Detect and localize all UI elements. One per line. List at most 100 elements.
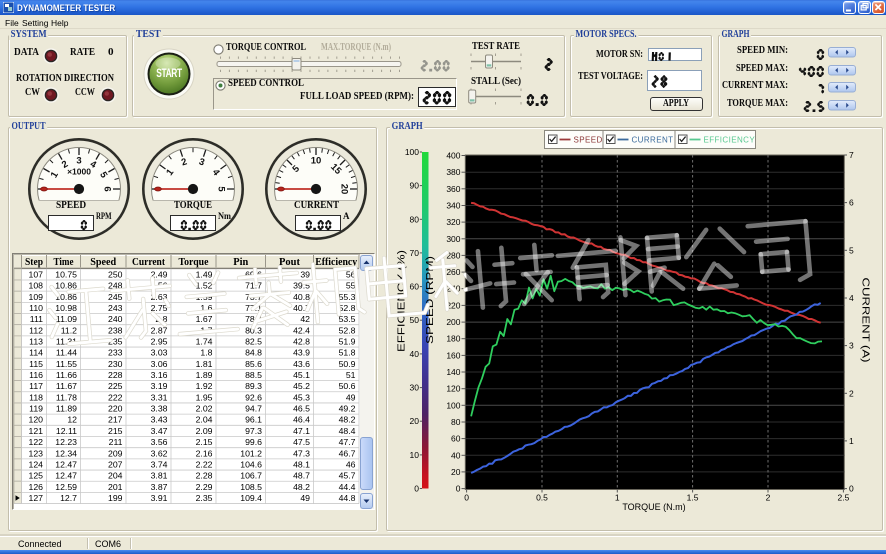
svg-text:47.5: 47.5 xyxy=(293,437,310,447)
svg-text:CURRENT: CURRENT xyxy=(632,136,674,145)
svg-text:122: 122 xyxy=(29,437,44,447)
svg-text:126: 126 xyxy=(29,482,44,492)
svg-text:46: 46 xyxy=(346,460,356,470)
svg-text:42.4: 42.4 xyxy=(293,325,310,335)
svg-text:2: 2 xyxy=(766,493,771,503)
svg-text:10: 10 xyxy=(410,450,420,460)
svg-text:80.3: 80.3 xyxy=(245,325,262,335)
svg-text:204: 204 xyxy=(108,471,123,481)
svg-text:220: 220 xyxy=(446,300,460,310)
svg-text:0: 0 xyxy=(456,484,461,494)
svg-text:217: 217 xyxy=(108,415,123,425)
svg-text:124: 124 xyxy=(29,460,44,470)
svg-text:EFFICIENCY: EFFICIENCY xyxy=(704,136,756,145)
svg-text:1.6: 1.6 xyxy=(200,303,212,313)
svg-text:90: 90 xyxy=(410,181,420,191)
svg-text:50: 50 xyxy=(410,315,420,325)
svg-text:71.7: 71.7 xyxy=(245,281,262,291)
svg-text:45.1: 45.1 xyxy=(293,370,310,380)
svg-text:116: 116 xyxy=(29,370,43,380)
svg-text:45.7: 45.7 xyxy=(339,471,356,481)
svg-text:3: 3 xyxy=(76,156,81,167)
svg-text:52.8: 52.8 xyxy=(339,303,356,313)
svg-text:110: 110 xyxy=(29,303,43,313)
svg-text:×1000: ×1000 xyxy=(67,167,91,177)
svg-text:2.02: 2.02 xyxy=(196,404,213,414)
svg-text:108.5: 108.5 xyxy=(240,482,262,492)
svg-text:380: 380 xyxy=(446,167,460,177)
svg-text:260: 260 xyxy=(446,267,460,277)
svg-text:201: 201 xyxy=(108,482,123,492)
svg-text:248: 248 xyxy=(108,281,123,291)
svg-text:START: START xyxy=(156,68,182,81)
svg-text:51: 51 xyxy=(346,370,356,380)
svg-text:TORQUE (N.m): TORQUE (N.m) xyxy=(622,502,685,512)
svg-text:53.5: 53.5 xyxy=(339,314,356,324)
svg-text:88.5: 88.5 xyxy=(245,370,262,380)
svg-text:40: 40 xyxy=(451,450,461,460)
svg-text:3.03: 3.03 xyxy=(151,348,168,358)
svg-text:Step: Step xyxy=(25,257,43,268)
svg-text:Time: Time xyxy=(54,257,74,268)
svg-text:228: 228 xyxy=(108,370,123,380)
svg-text:117: 117 xyxy=(29,381,43,391)
svg-text:12.11: 12.11 xyxy=(56,426,77,436)
svg-text:2.04: 2.04 xyxy=(196,415,213,425)
svg-text:250: 250 xyxy=(108,269,123,279)
svg-text:1.52: 1.52 xyxy=(196,281,213,291)
svg-text:3.31: 3.31 xyxy=(151,392,168,402)
svg-text:1.67: 1.67 xyxy=(196,314,213,324)
svg-text:47.7: 47.7 xyxy=(339,437,356,447)
svg-text:360: 360 xyxy=(446,184,460,194)
svg-text:3.43: 3.43 xyxy=(151,415,168,425)
svg-text:127: 127 xyxy=(29,493,44,503)
svg-text:1: 1 xyxy=(849,436,854,446)
svg-text:11.31: 11.31 xyxy=(56,337,77,347)
svg-text:115: 115 xyxy=(29,359,43,369)
svg-text:3: 3 xyxy=(849,341,854,351)
svg-text:243: 243 xyxy=(108,303,123,313)
svg-text:2.8: 2.8 xyxy=(155,314,167,324)
svg-text:0: 0 xyxy=(414,484,419,494)
svg-text:40.7: 40.7 xyxy=(293,303,310,313)
svg-text:Current: Current xyxy=(132,257,165,268)
svg-text:121: 121 xyxy=(29,426,44,436)
svg-text:80: 80 xyxy=(410,214,420,224)
svg-text:2.87: 2.87 xyxy=(151,325,168,335)
svg-text:12.47: 12.47 xyxy=(55,460,77,470)
svg-text:39.5: 39.5 xyxy=(293,281,310,291)
svg-text:240: 240 xyxy=(446,284,460,294)
svg-text:2: 2 xyxy=(849,388,854,398)
svg-text:80: 80 xyxy=(451,417,461,427)
svg-text:3.81: 3.81 xyxy=(151,471,168,481)
svg-text:12.23: 12.23 xyxy=(55,437,77,447)
svg-text:4: 4 xyxy=(849,293,854,303)
svg-text:1.74: 1.74 xyxy=(196,337,213,347)
svg-text:45.3: 45.3 xyxy=(293,392,310,402)
svg-text:70: 70 xyxy=(410,248,420,258)
svg-text:51.9: 51.9 xyxy=(339,337,356,347)
svg-text:2.35: 2.35 xyxy=(196,493,213,503)
svg-text:48.2: 48.2 xyxy=(293,482,310,492)
svg-text:3.38: 3.38 xyxy=(151,404,168,414)
svg-text:180: 180 xyxy=(446,334,460,344)
svg-text:1.5: 1.5 xyxy=(687,493,699,503)
svg-text:11.78: 11.78 xyxy=(56,392,77,402)
svg-text:3.47: 3.47 xyxy=(151,426,168,436)
svg-text:11.44: 11.44 xyxy=(56,348,77,358)
svg-text:101.2: 101.2 xyxy=(240,448,262,458)
svg-text:Torque: Torque xyxy=(179,257,209,268)
svg-text:EFFICIENCY (%): EFFICIENCY (%) xyxy=(396,250,408,352)
svg-text:140: 140 xyxy=(446,367,460,377)
svg-text:11.67: 11.67 xyxy=(56,381,77,391)
svg-text:97.3: 97.3 xyxy=(245,426,262,436)
svg-text:40: 40 xyxy=(410,349,420,359)
svg-text:100: 100 xyxy=(446,400,460,410)
svg-text:46.7: 46.7 xyxy=(339,448,356,458)
svg-text:20: 20 xyxy=(338,184,349,195)
svg-text:2.16: 2.16 xyxy=(196,448,213,458)
svg-text:2.29: 2.29 xyxy=(196,482,213,492)
svg-text:44.4: 44.4 xyxy=(339,482,356,492)
svg-text:114: 114 xyxy=(29,348,43,358)
svg-text:11.55: 11.55 xyxy=(56,359,77,369)
